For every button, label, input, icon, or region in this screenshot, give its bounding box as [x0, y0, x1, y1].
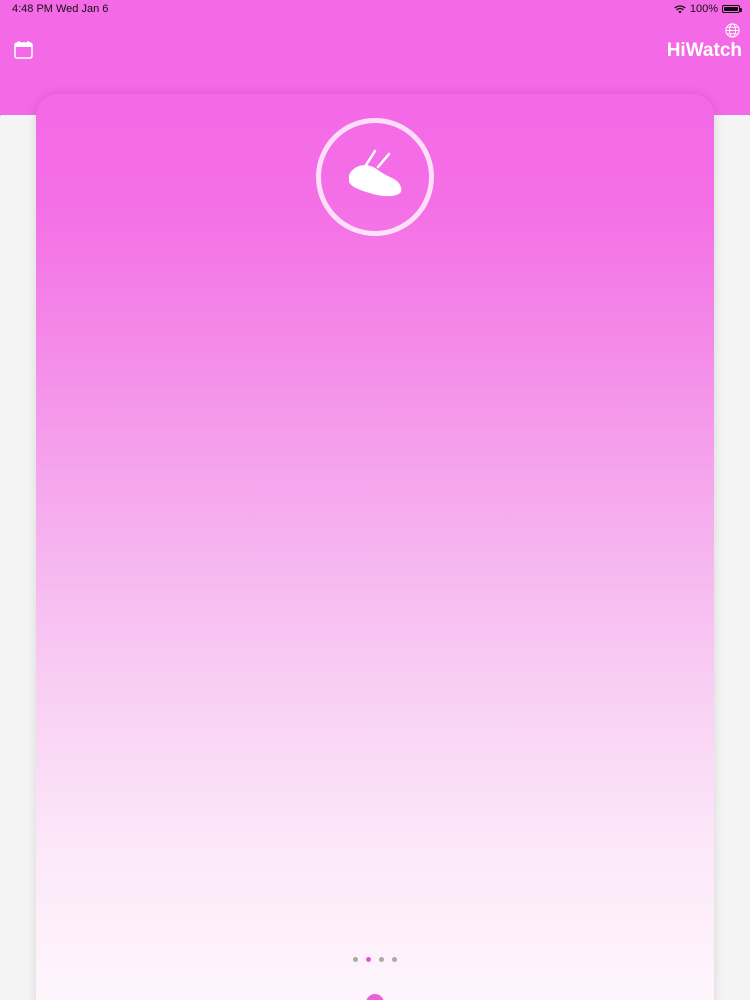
battery-fill	[724, 7, 738, 11]
bottom-action-button[interactable]	[366, 994, 384, 1000]
app-screen: 4:48 PM Wed Jan 6 100% HiWatch	[0, 0, 750, 1000]
page-indicator	[36, 957, 714, 962]
page-dot[interactable]	[379, 957, 384, 962]
page-dot-active[interactable]	[366, 957, 371, 962]
sock-icon	[349, 149, 402, 197]
wifi-icon	[674, 4, 686, 13]
app-title: HiWatch	[666, 40, 742, 61]
header-left-wedge	[0, 84, 36, 116]
status-date: Wed Jan 6	[56, 3, 109, 15]
calendar-icon	[14, 41, 33, 59]
battery-icon	[722, 5, 742, 13]
globe-icon	[725, 23, 740, 38]
page-dot[interactable]	[392, 957, 397, 962]
battery-percent: 100%	[689, 3, 718, 15]
page-dot[interactable]	[353, 957, 358, 962]
header-right-wedge	[714, 84, 750, 116]
language-button[interactable]	[725, 23, 740, 38]
status-time: 4:48 PM	[12, 3, 53, 15]
activity-button[interactable]	[316, 118, 434, 236]
calendar-button[interactable]	[14, 41, 33, 59]
status-right-group: 100%	[674, 3, 742, 15]
status-bar: 4:48 PM Wed Jan 6 100%	[0, 0, 750, 18]
activity-card	[36, 94, 714, 1000]
